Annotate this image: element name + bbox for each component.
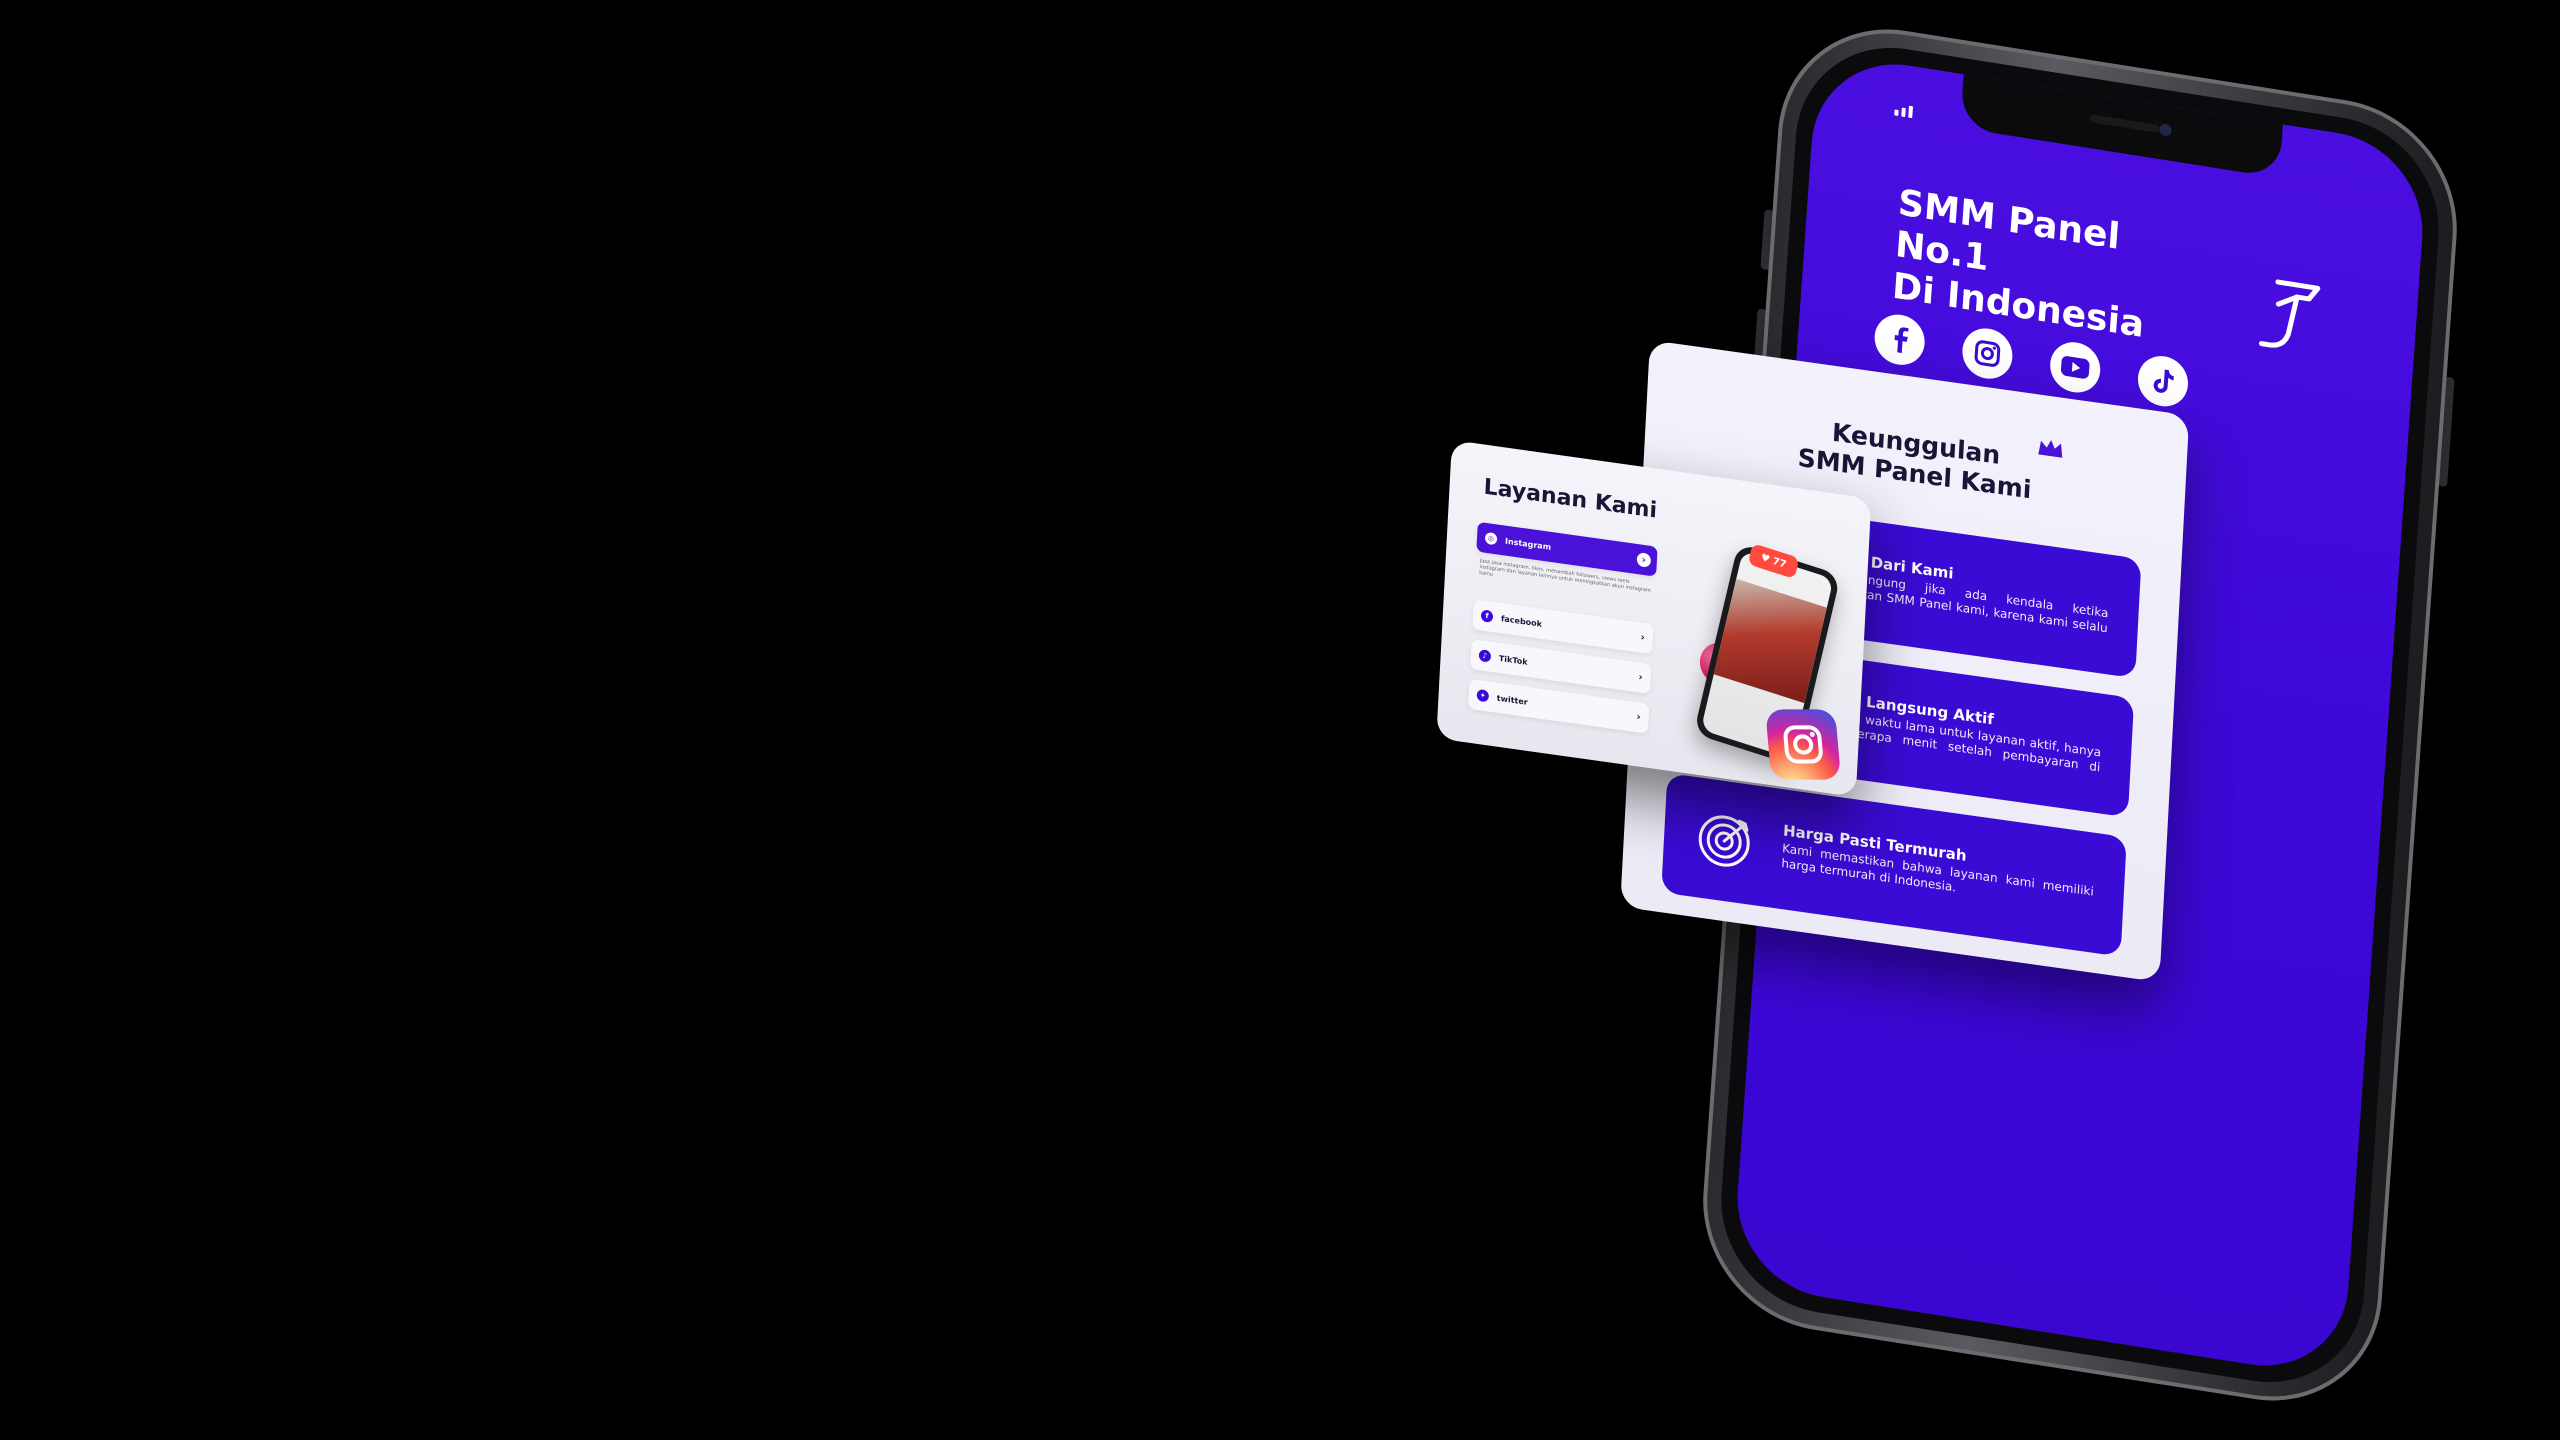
services-card: Layanan Kami ◎ Instagram › Jasa jasa ins… [1436,440,1872,797]
signal-icon [1894,103,1914,119]
service-label: twitter [1496,693,1528,707]
service-label: TikTok [1498,653,1528,667]
services-list: ◎ Instagram › Jasa jasa instagram, likes… [1468,521,1658,744]
instagram-logo-icon [1765,709,1842,780]
hero-stage: SMM Panel No.1 Di Indonesia Keunggulan S… [0,0,2560,1440]
like-count: 77 [1771,555,1788,571]
chevron-right-icon: › [1636,711,1641,724]
services-title: Layanan Kami [1483,474,1658,524]
post-photo [1713,578,1827,704]
crown-icon [2038,440,2063,458]
camera-dot [2159,123,2173,137]
tiktok-icon[interactable] [2136,352,2190,410]
service-label: facebook [1500,613,1543,629]
twitter-icon: ✦ [1476,688,1490,703]
tiktok-icon: ♪ [1478,649,1492,663]
chevron-right-icon: › [1638,671,1643,684]
facebook-icon[interactable] [1872,311,1927,369]
instagram-icon[interactable] [1960,324,2015,383]
brand-logo-icon [2258,279,2321,348]
chevron-right-icon: › [1636,552,1652,568]
heart-icon: ♥ [1759,551,1771,566]
service-label: Instagram [1504,536,1552,552]
target-icon [1698,815,1750,867]
chevron-right-icon: › [1640,632,1646,644]
instagram-icon: ◎ [1484,531,1498,546]
facebook-icon: f [1480,609,1494,623]
youtube-icon[interactable] [2048,338,2102,397]
speaker-grille [2089,114,2160,134]
